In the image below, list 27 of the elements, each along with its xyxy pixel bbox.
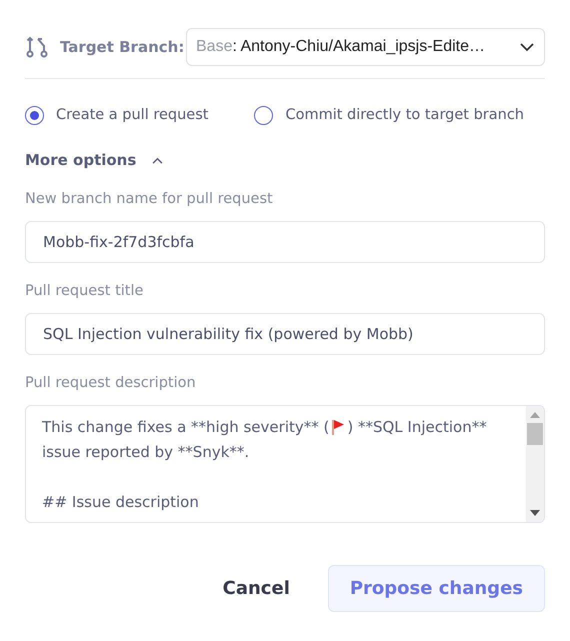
cancel-button[interactable]: Cancel [222, 564, 290, 612]
description-text: This change fixes a **high severity** ( [42, 416, 330, 438]
scrollbar[interactable] [526, 406, 544, 522]
text-field[interactable]: SQL Injection vulnerability fix (powered by Mobb) [25, 312, 545, 355]
branch-select[interactable]: Base: Antony-Chiu/Akamai_ipsjs-Edite… [186, 28, 545, 66]
branch-icon [25, 35, 49, 59]
chevron-down-icon [520, 42, 534, 52]
description-text: ## Issue description [42, 492, 199, 512]
field-label: New branch name for pull request [25, 190, 274, 210]
propose-button[interactable]: Propose changes [328, 564, 545, 612]
radio-button[interactable] [25, 106, 44, 126]
radio-label: Commit directly to target branch [285, 106, 524, 125]
more-options-toggle[interactable]: More options [25, 148, 164, 172]
flag-icon [331, 419, 346, 435]
radio-label: Create a pull request [56, 106, 208, 125]
select-value: Base: Antony-Chiu/Akamai_ipsjs-Edite… [196, 37, 486, 57]
text-field[interactable]: Mobb-fix-2f7d3fcbfa [25, 221, 545, 263]
description-text: ) **SQL Injection** [347, 416, 487, 438]
radio-button[interactable] [254, 106, 274, 126]
description-text: issue reported by **Snyk**. [42, 442, 250, 462]
target-branch-label: Target Branch: [60, 36, 186, 58]
scroll-down-icon[interactable] [530, 510, 540, 516]
scrollbar-thumb[interactable] [527, 422, 543, 444]
field-label: Pull request title [25, 282, 144, 301]
field-label: Pull request description [25, 374, 197, 393]
description-field[interactable]: This change fixes a **high severity** ( ) **SQL Injection** issue reported by **Snyk**. ## Issue description [25, 404, 545, 522]
chevron-up-icon [152, 156, 164, 164]
